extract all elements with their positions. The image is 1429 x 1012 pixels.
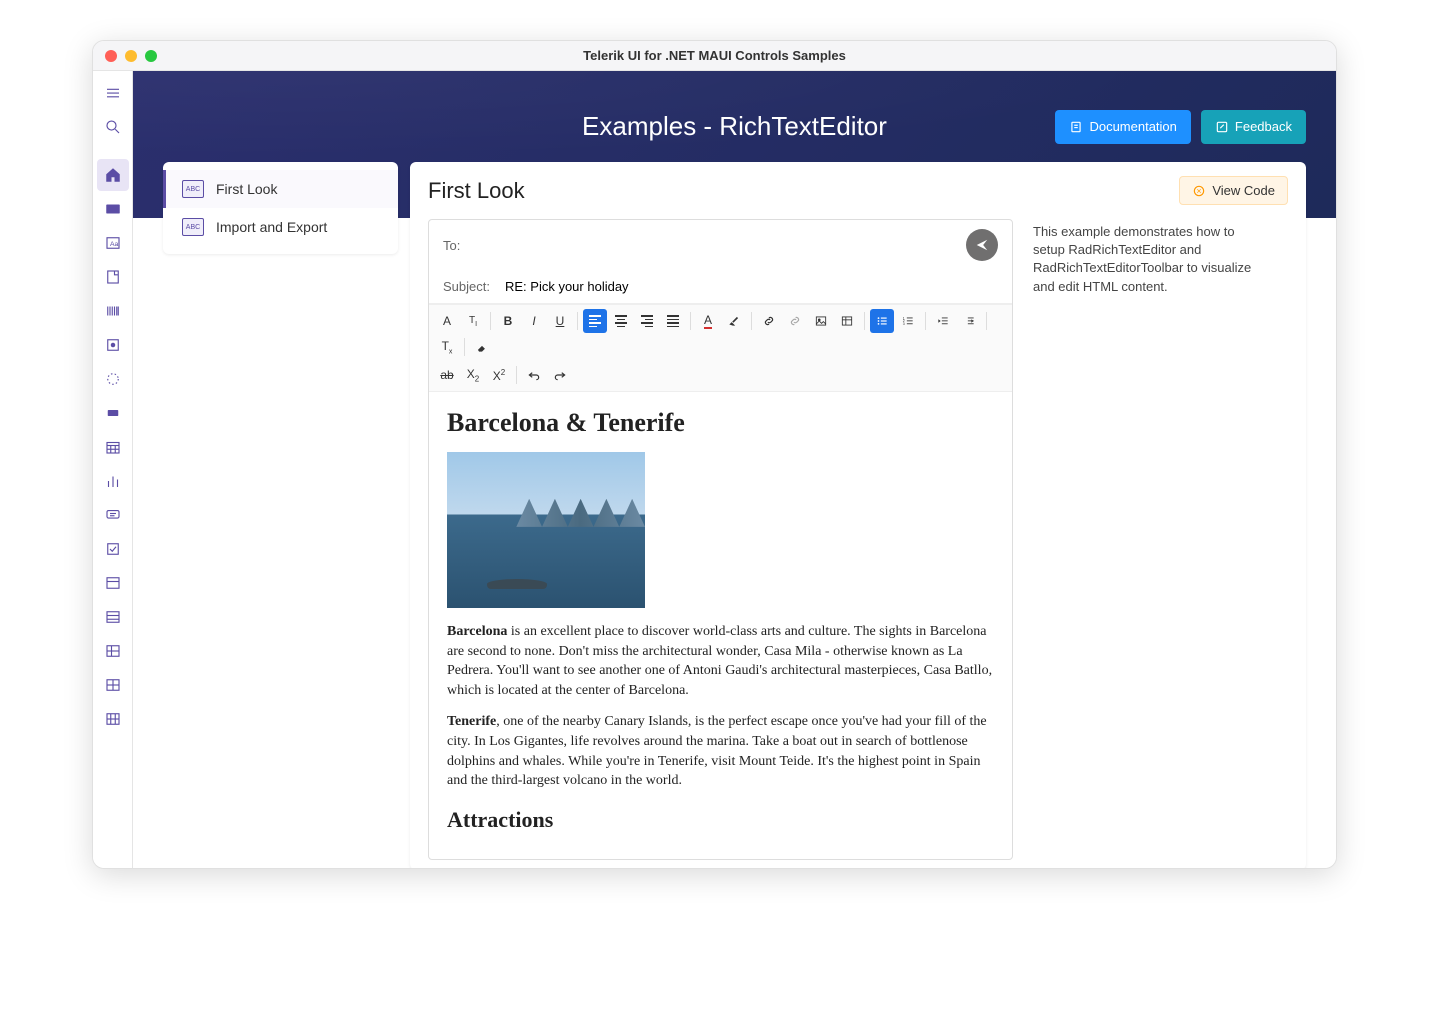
example-icon: ABC	[182, 218, 204, 236]
window-title: Telerik UI for .NET MAUI Controls Sample…	[93, 48, 1336, 63]
eraser-button[interactable]	[470, 335, 494, 359]
editor-toolbar: A TI B I U	[429, 304, 1012, 392]
to-label: To:	[443, 238, 495, 253]
close-window-button[interactable]	[105, 50, 117, 62]
barcode-icon[interactable]	[97, 295, 129, 327]
indent-button[interactable]	[957, 309, 981, 333]
table-icon[interactable]	[97, 635, 129, 667]
example-list: ABC First Look ABC Import and Export	[163, 162, 398, 254]
redo-button[interactable]	[548, 363, 572, 387]
text-icon[interactable]: Aa	[97, 227, 129, 259]
view-code-label: View Code	[1212, 183, 1275, 198]
content-paragraph: Tenerife, one of the nearby Canary Islan…	[447, 712, 994, 790]
align-right-button[interactable]	[635, 309, 659, 333]
table-button[interactable]	[835, 309, 859, 333]
calendar-icon[interactable]	[97, 431, 129, 463]
feedback-label: Feedback	[1235, 119, 1292, 134]
sidebar-item-first-look[interactable]: ABC First Look	[163, 170, 398, 208]
strikethrough-button[interactable]: ab	[435, 363, 459, 387]
documentation-button[interactable]: Documentation	[1055, 110, 1190, 144]
svg-text:Aa: Aa	[110, 241, 119, 248]
sidebar-item-label: First Look	[216, 181, 277, 197]
documentation-label: Documentation	[1089, 119, 1176, 134]
number-list-button[interactable]: 123	[896, 309, 920, 333]
label-icon[interactable]	[97, 397, 129, 429]
feedback-button[interactable]: Feedback	[1201, 110, 1306, 144]
email-subject-row: Subject:	[429, 270, 1012, 304]
content-subheading: Attractions	[447, 807, 994, 833]
page-title: Examples - RichTextEditor	[582, 111, 887, 142]
grid-icon[interactable]	[97, 669, 129, 701]
example-icon: ABC	[182, 180, 204, 198]
home-icon[interactable]	[97, 159, 129, 191]
highlight-button[interactable]	[722, 309, 746, 333]
titlebar: Telerik UI for .NET MAUI Controls Sample…	[93, 41, 1336, 71]
panel-icon[interactable]	[97, 567, 129, 599]
loader-icon[interactable]	[97, 363, 129, 395]
bold-button[interactable]: B	[496, 309, 520, 333]
sidebar-item-import-export[interactable]: ABC Import and Export	[163, 208, 398, 246]
grid2-icon[interactable]	[97, 703, 129, 735]
content-heading: Barcelona & Tenerife	[447, 408, 994, 438]
font-size-button[interactable]: TI	[461, 309, 485, 333]
chat-icon[interactable]	[97, 499, 129, 531]
underline-button[interactable]: U	[548, 309, 572, 333]
note-icon[interactable]	[97, 261, 129, 293]
font-color-button[interactable]: A	[696, 309, 720, 333]
undo-button[interactable]	[522, 363, 546, 387]
svg-text:3: 3	[903, 322, 905, 326]
maximize-window-button[interactable]	[145, 50, 157, 62]
card-icon[interactable]	[97, 193, 129, 225]
image-button[interactable]	[809, 309, 833, 333]
panel2-icon[interactable]	[97, 601, 129, 633]
expand-icon[interactable]	[97, 329, 129, 361]
email-to-row: To:	[429, 220, 1012, 270]
sidebar-item-label: Import and Export	[216, 219, 327, 235]
check-icon[interactable]	[97, 533, 129, 565]
align-left-button[interactable]	[583, 309, 607, 333]
search-icon[interactable]	[97, 111, 129, 143]
unlink-button[interactable]	[783, 309, 807, 333]
clear-format-button[interactable]: Tx	[435, 335, 459, 359]
send-button[interactable]	[966, 229, 998, 261]
minimize-window-button[interactable]	[125, 50, 137, 62]
superscript-button[interactable]: X2	[487, 363, 511, 387]
left-rail: Aa	[93, 71, 133, 868]
example-title: First Look	[428, 178, 525, 204]
editor-container: To: Subject: A	[428, 219, 1013, 860]
link-button[interactable]	[757, 309, 781, 333]
italic-button[interactable]: I	[522, 309, 546, 333]
outdent-button[interactable]	[931, 309, 955, 333]
content-image	[447, 452, 645, 608]
subject-label: Subject:	[443, 279, 495, 294]
content-paragraph: Barcelona is an excellent place to disco…	[447, 622, 994, 700]
menu-icon[interactable]	[97, 77, 129, 109]
view-code-button[interactable]: View Code	[1179, 176, 1288, 205]
description-panel: This example demonstrates how to setup R…	[1033, 219, 1253, 860]
align-justify-button[interactable]	[661, 309, 685, 333]
align-center-button[interactable]	[609, 309, 633, 333]
app-window: Telerik UI for .NET MAUI Controls Sample…	[92, 40, 1337, 869]
editor-content[interactable]: Barcelona & Tenerife Barcelona is an exc…	[429, 392, 1012, 859]
subscript-button[interactable]: X2	[461, 363, 485, 387]
chart-icon[interactable]	[97, 465, 129, 497]
font-family-button[interactable]: A	[435, 309, 459, 333]
to-input[interactable]	[505, 238, 956, 253]
bullet-list-button[interactable]	[870, 309, 894, 333]
main-panel: First Look View Code To:	[410, 162, 1306, 869]
subject-input[interactable]	[505, 279, 998, 294]
